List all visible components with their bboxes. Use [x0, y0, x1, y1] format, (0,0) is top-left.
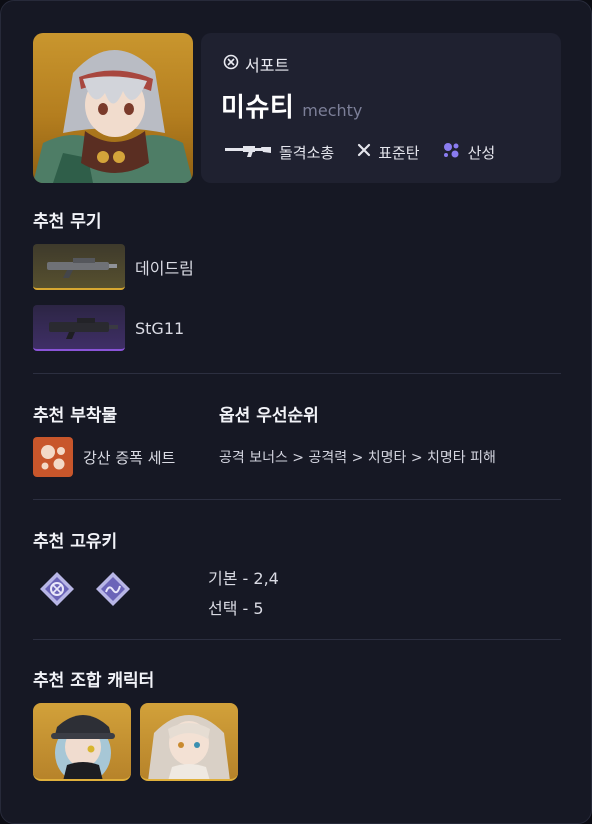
- tag-element: 산성: [442, 141, 496, 163]
- attachment-item[interactable]: 강산 증폭 세트: [33, 437, 175, 477]
- tag-label: 산성: [467, 143, 496, 162]
- weapon-name: 데이드림: [135, 259, 194, 278]
- tag-label: 돌격소총: [279, 143, 335, 162]
- standard-ammo-icon: [356, 142, 372, 162]
- combo-character-portrait[interactable]: [140, 703, 238, 781]
- weapon-thumbnail: [33, 244, 125, 290]
- support-role-icon: [223, 54, 239, 74]
- character-name-en: mechty: [302, 101, 363, 120]
- tag-label: 표준탄: [378, 143, 420, 162]
- combo-section-title: 추천 조합 캐릭터: [33, 671, 155, 691]
- acid-element-icon: [442, 141, 462, 163]
- character-card: 서포트 미슈티 mechty 돌격소총 표준탄 산성 추천 무기 데이드림 St…: [0, 0, 592, 824]
- key-choice: 선택 - 5: [208, 599, 264, 618]
- weapon-item[interactable]: 데이드림: [33, 244, 194, 290]
- unique-key-icon[interactable]: [94, 570, 132, 608]
- attachment-set-icon: [33, 437, 73, 477]
- attachment-name: 강산 증폭 세트: [83, 448, 176, 467]
- keys-section-title: 추천 고유키: [33, 532, 118, 552]
- attachments-section-title: 추천 부착물: [33, 406, 118, 426]
- key-basic: 기본 - 2,4: [208, 569, 279, 588]
- section-divider: [33, 499, 561, 500]
- name-row: 미슈티 mechty: [221, 87, 362, 124]
- weapon-name: StG11: [135, 318, 185, 338]
- character-portrait: [33, 33, 193, 183]
- rifle-icon: [223, 142, 273, 162]
- priority-section-title: 옵션 우선순위: [219, 406, 319, 426]
- section-divider: [33, 373, 561, 374]
- option-priority: 공격 보너스 > 공격력 > 치명타 > 치명타 피해: [219, 450, 496, 466]
- tag-ammo: 표준탄: [356, 142, 420, 163]
- character-tags: 돌격소총 표준탄 산성: [223, 141, 517, 163]
- character-name: 미슈티: [221, 93, 295, 123]
- role-row: 서포트: [223, 52, 289, 76]
- weapons-section-title: 추천 무기: [33, 212, 102, 232]
- character-info-panel: 서포트 미슈티 mechty 돌격소총 표준탄 산성: [201, 33, 561, 183]
- combo-character-portrait[interactable]: [33, 703, 131, 781]
- weapon-item[interactable]: StG11: [33, 305, 184, 351]
- section-divider: [33, 639, 561, 640]
- unique-key-icon[interactable]: [38, 570, 76, 608]
- weapon-thumbnail: [33, 305, 125, 351]
- tag-weapon-type: 돌격소총: [223, 142, 334, 163]
- role-label: 서포트: [245, 56, 290, 75]
